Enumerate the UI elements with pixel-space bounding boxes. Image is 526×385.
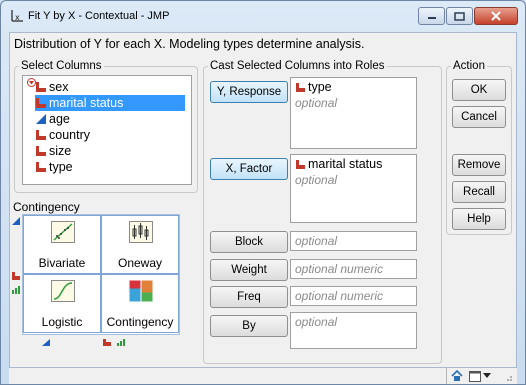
x-factor-role-box[interactable]: marital status optional	[290, 154, 417, 223]
close-button[interactable]	[474, 7, 518, 25]
nominal-icon	[296, 83, 305, 92]
platform-label-contingency: Contingency	[106, 315, 174, 329]
column-label: marital status	[49, 96, 124, 110]
y-response-button[interactable]: Y, Response	[210, 81, 288, 103]
platform-label-oneway: Oneway	[117, 256, 163, 270]
bivariate-icon	[51, 221, 75, 243]
platform-grid: Bivariate Oneway Logistic Contingency	[22, 214, 180, 335]
y-role-item[interactable]: type	[295, 80, 332, 94]
window-list-icon[interactable]	[469, 371, 481, 382]
nominal-icon	[36, 146, 46, 156]
status-bar	[9, 368, 517, 384]
nominal-icon	[36, 82, 46, 92]
column-label: age	[49, 112, 70, 126]
platform-bivariate[interactable]: Bivariate	[23, 215, 101, 274]
platform-logistic[interactable]: Logistic	[23, 274, 101, 333]
column-label: size	[49, 144, 72, 158]
resize-grip-icon[interactable]	[503, 372, 513, 382]
nominal-icon	[296, 160, 305, 169]
window-title: Fit Y by X - Contextual - JMP	[28, 10, 170, 22]
block-button[interactable]: Block	[210, 231, 288, 253]
cast-roles-legend: Cast Selected Columns into Roles	[210, 60, 385, 72]
contingency-mosaic-icon	[129, 280, 153, 302]
continuous-axis-icon	[12, 217, 20, 225]
y-response-role-box[interactable]: type optional	[290, 77, 417, 149]
y-role-value: type	[308, 80, 332, 94]
x-role-value: marital status	[308, 157, 383, 171]
platform-label-bivariate: Bivariate	[38, 256, 86, 270]
column-item-marital-status[interactable]: marital status	[35, 95, 185, 111]
cancel-button[interactable]: Cancel	[452, 106, 506, 128]
nominal-icon	[36, 162, 46, 172]
dialog-window: x Fit Y by X - Contextual - JMP Distribu…	[0, 0, 526, 385]
platform-label-logistic: Logistic	[41, 315, 83, 329]
freq-role-box[interactable]: optional numeric	[290, 286, 417, 306]
remove-button[interactable]: Remove	[452, 154, 506, 176]
close-icon	[491, 11, 501, 21]
by-placeholder: optional	[295, 315, 338, 329]
logistic-icon	[51, 280, 75, 302]
nominal-icon	[36, 98, 46, 108]
maximize-icon	[454, 11, 465, 21]
weight-placeholder: optional numeric	[295, 262, 384, 276]
block-role-box[interactable]: optional	[290, 231, 417, 251]
column-item-sex[interactable]: sex	[35, 79, 185, 95]
maximize-button[interactable]	[446, 7, 473, 25]
ok-button[interactable]: OK	[452, 79, 506, 101]
column-item-type[interactable]: type	[35, 159, 185, 175]
dialog-client-area: Distribution of Y for each X. Modeling t…	[9, 32, 517, 368]
y-role-placeholder: optional	[295, 96, 338, 110]
column-item-size[interactable]: size	[35, 143, 185, 159]
x-factor-button[interactable]: X, Factor	[210, 158, 288, 180]
oneway-icon	[129, 221, 153, 243]
ordinal-axis-icon	[117, 339, 125, 346]
nominal-icon	[36, 130, 46, 140]
platform-label: Contingency	[13, 200, 80, 214]
column-item-age[interactable]: age	[35, 111, 185, 127]
home-icon[interactable]	[451, 370, 463, 382]
column-label: country	[49, 128, 90, 142]
dialog-description: Distribution of Y for each X. Modeling t…	[14, 37, 365, 51]
x-role-placeholder: optional	[295, 173, 338, 187]
minimize-icon	[427, 17, 436, 19]
continuous-icon	[36, 114, 46, 124]
x-role-item[interactable]: marital status	[295, 157, 382, 171]
weight-button[interactable]: Weight	[210, 259, 288, 281]
chevron-down-icon[interactable]	[483, 373, 491, 379]
title-bar[interactable]: x Fit Y by X - Contextual - JMP	[1, 1, 525, 32]
ordinal-axis-icon	[12, 286, 20, 294]
continuous-axis-icon	[42, 339, 50, 346]
nominal-axis-icon	[12, 272, 20, 280]
weight-role-box[interactable]: optional numeric	[290, 259, 417, 279]
column-item-country[interactable]: country	[35, 127, 185, 143]
status-divider	[446, 368, 447, 384]
by-role-box[interactable]: optional	[290, 312, 417, 349]
column-label: type	[49, 160, 73, 174]
column-label: sex	[49, 80, 69, 94]
platform-contingency[interactable]: Contingency	[101, 274, 179, 333]
freq-button[interactable]: Freq	[210, 286, 288, 308]
help-button[interactable]: Help	[452, 208, 506, 230]
jmp-fit-y-by-x-icon: x	[11, 10, 23, 22]
action-legend: Action	[453, 60, 485, 72]
column-list[interactable]: sex marital status age country size type	[22, 75, 192, 185]
svg-text:x: x	[15, 13, 20, 22]
block-placeholder: optional	[295, 234, 338, 248]
minimize-button[interactable]	[418, 7, 445, 25]
recall-button[interactable]: Recall	[452, 181, 506, 203]
select-columns-legend: Select Columns	[21, 60, 102, 72]
freq-placeholder: optional numeric	[295, 289, 384, 303]
by-button[interactable]: By	[210, 315, 288, 337]
platform-oneway[interactable]: Oneway	[101, 215, 179, 274]
nominal-axis-icon	[103, 339, 111, 346]
